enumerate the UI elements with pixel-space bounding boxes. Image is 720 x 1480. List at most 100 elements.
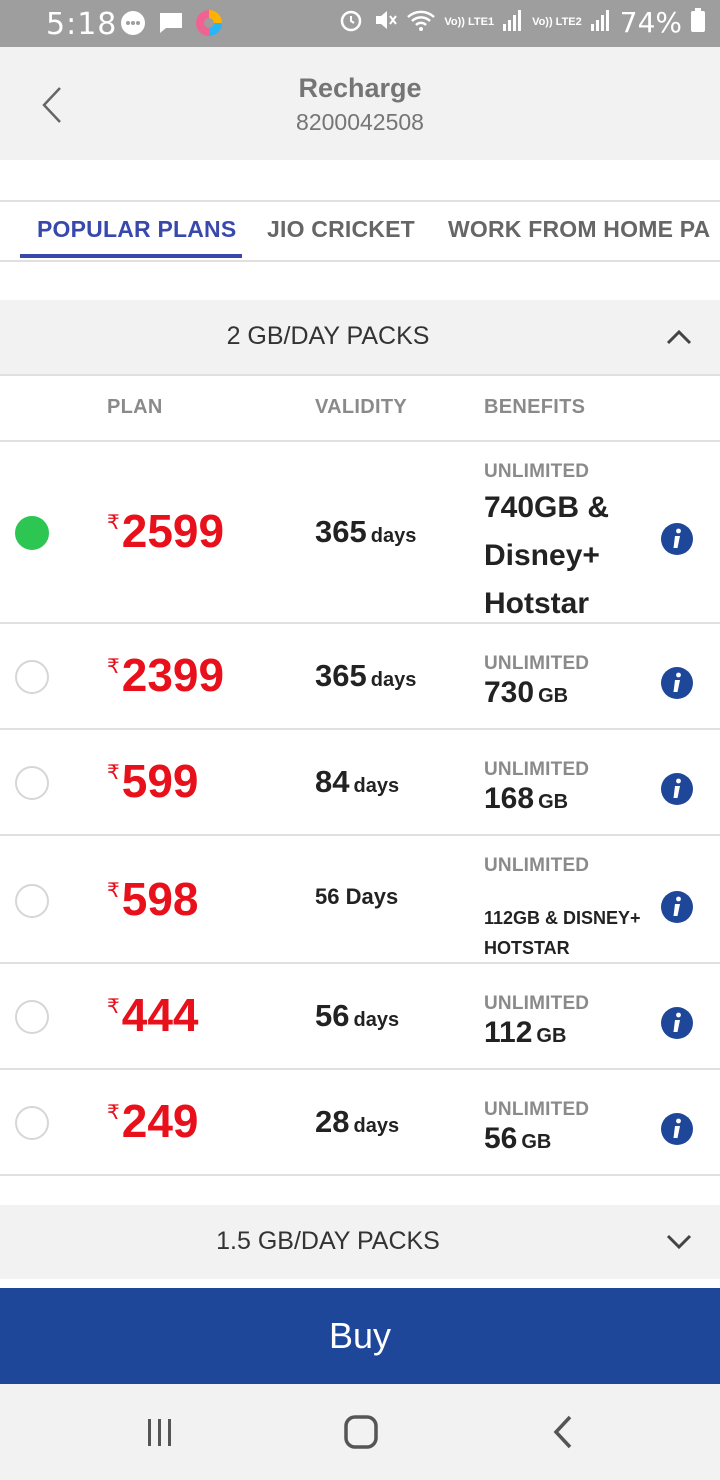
battery-percent: 74% [619,6,682,39]
plan-radio[interactable] [15,1106,49,1140]
validity-number: 365 [315,514,367,549]
recent-apps-icon [148,1419,171,1446]
plan-radio[interactable] [15,660,49,694]
column-benefits: BENEFITS [484,396,586,418]
tab-work-from-home[interactable]: WORK FROM HOME PA [448,216,710,243]
section-title: 1.5 GB/DAY PACKS [216,1227,440,1255]
validity-text: 56 Days [315,884,399,909]
benefit-label: UNLIMITED [484,993,590,1014]
info-icon[interactable] [660,890,694,924]
validity-number: 28 [315,1104,350,1139]
rupee-symbol: ₹ [107,762,120,784]
alarm-icon [338,7,364,38]
recent-apps-button[interactable] [140,1412,180,1452]
validity-number: 365 [315,658,367,693]
info-icon[interactable] [660,1112,694,1146]
tab-popular-plans[interactable]: POPULAR PLANS [37,216,236,243]
benefit-unit: GB [538,791,569,813]
plan-validity: 28 days [315,1104,399,1140]
benefit-value: 730 GB [484,676,568,710]
chevron-down-icon[interactable] [664,1227,694,1257]
validity-unit: days [353,775,400,797]
chevron-up-icon[interactable] [664,322,694,352]
back-arrow-icon [553,1415,572,1449]
plan-validity: 365 days [315,658,416,694]
signal1-bars-icon [502,8,524,37]
price-value: 444 [121,989,199,1041]
benefit-number: 730 [484,676,535,709]
plan-price: ₹ 249 [107,1094,198,1148]
info-icon[interactable] [660,666,694,700]
system-back-button[interactable] [543,1412,583,1452]
benefit-unit: GB [536,1025,567,1047]
info-icon[interactable] [660,1006,694,1040]
section-title: 2 GB/DAY PACKS [226,322,430,350]
benefit-number: 112 [484,1016,533,1049]
rupee-symbol: ₹ [107,1102,120,1124]
status-right-icons: Vo)) LTE1 Vo)) LTE2 74% [338,6,706,39]
tab-jio-cricket[interactable]: JIO CRICKET [267,216,415,243]
page-title: Recharge [298,73,422,103]
info-icon[interactable] [660,772,694,806]
plan-radio[interactable] [15,766,49,800]
plan-row[interactable]: ₹ 249 28 days UNLIMITED 56 GB [0,1068,720,1176]
plan-price: ₹ 2599 [107,504,224,558]
price-value: 249 [121,1095,199,1147]
benefit-line: Hotstar [484,587,590,620]
chat-bubble-icon [118,8,148,38]
plan-row[interactable]: ₹ 599 84 days UNLIMITED 168 GB [0,728,720,836]
plan-row[interactable]: ₹ 444 56 days UNLIMITED 112 GB [0,962,720,1070]
column-validity: VALIDITY [315,396,408,418]
message-icon [156,8,186,38]
phone-number: 8200042508 [296,109,424,135]
benefit-label: UNLIMITED [484,759,590,780]
active-tab-indicator [20,254,242,258]
benefit-label: UNLIMITED [484,1099,590,1120]
plan-radio[interactable] [15,1000,49,1034]
plan-price: ₹ 2399 [107,648,224,702]
validity-number: 84 [315,764,350,799]
benefit-unit: GB [521,1131,552,1153]
column-headers: PLAN VALIDITY BENEFITS [0,376,720,442]
benefit-label: UNLIMITED [484,855,590,876]
benefit-line: HOTSTAR [484,938,570,958]
buy-button[interactable]: Buy [0,1288,720,1384]
signal2-bars-icon [590,8,612,37]
plan-tabs: POPULAR PLANS JIO CRICKET WORK FROM HOME… [0,200,720,262]
benefit-line: Disney+ [484,539,600,572]
benefit-value: 740GB & Disney+ Hotstar [484,484,609,628]
battery-icon [690,7,706,38]
plan-price: ₹ 599 [107,754,198,808]
plan-row[interactable]: ₹ 2599 365 days UNLIMITED 740GB & Disney+… [0,440,720,624]
system-nav-bar [0,1384,720,1480]
benefit-unit: GB [538,685,569,707]
benefit-label: UNLIMITED [484,461,590,482]
plan-radio[interactable] [15,884,49,918]
home-button[interactable] [341,1412,381,1452]
price-value: 599 [121,755,199,807]
price-value: 2399 [121,649,225,701]
benefit-line: 740GB & [484,491,610,524]
plan-validity: 56 Days [315,884,398,910]
plan-row[interactable]: ₹ 2399 365 days UNLIMITED 730 GB [0,622,720,730]
section-header-1-5gb[interactable]: 1.5 GB/DAY PACKS [0,1205,720,1279]
app-header: Recharge 8200042508 [0,47,720,160]
info-icon[interactable] [660,522,694,556]
validity-unit: days [370,669,417,691]
price-value: 2599 [121,505,225,557]
plan-validity: 84 days [315,764,399,800]
validity-unit: days [353,1009,400,1031]
validity-number: 56 [315,998,350,1033]
plan-row[interactable]: ₹ 598 56 Days UNLIMITED 112GB & DISNEY+ … [0,834,720,964]
section-header-2gb[interactable]: 2 GB/DAY PACKS [0,300,720,374]
rupee-symbol: ₹ [107,996,120,1018]
notification-icons [118,8,224,38]
validity-unit: days [370,525,417,547]
plan-radio-selected[interactable] [15,516,49,550]
benefit-value: 56 GB [484,1122,551,1156]
plan-price: ₹ 444 [107,988,198,1042]
app-logo-icon [194,8,224,38]
signal2-label: Vo)) LTE2 [532,16,582,28]
benefit-label: UNLIMITED [484,653,590,674]
benefit-value: 112GB & DISNEY+ HOTSTAR [484,903,641,963]
